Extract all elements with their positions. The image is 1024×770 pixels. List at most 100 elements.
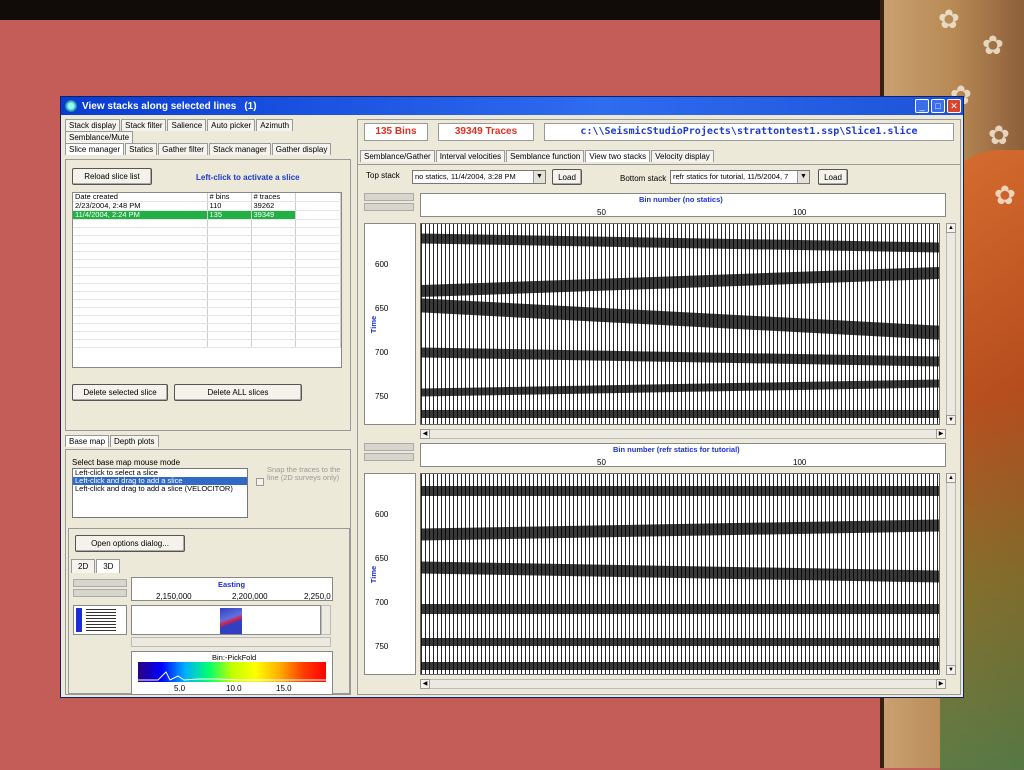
right-tabs: Semblance/Gather Interval velocities Sem…: [360, 150, 715, 162]
tab-stack-display[interactable]: Stack display: [65, 119, 121, 131]
tab-statics[interactable]: Statics: [125, 143, 158, 155]
bottom-y-axis: Time 600 650 700 750: [364, 473, 416, 675]
x-tick: 100: [793, 208, 807, 217]
snap-checkbox[interactable]: [256, 478, 264, 486]
top-load-button[interactable]: Load: [552, 169, 582, 185]
base-map-panel: Select base map mouse mode Left-click to…: [65, 449, 351, 695]
tab-semblance-gather[interactable]: Semblance/Gather: [360, 150, 435, 162]
easting-tick: 2,150,000: [156, 592, 192, 601]
survey-area[interactable]: [220, 608, 242, 634]
top-x-axis: Bin number (no statics) 50 100: [420, 193, 946, 217]
close-button[interactable]: ✕: [947, 99, 961, 113]
colorbar-tick: 15.0: [276, 684, 292, 693]
bottom-seismic-section[interactable]: [420, 473, 940, 675]
traces-count: 39349 Traces: [438, 123, 534, 141]
plot-corner-box: [364, 203, 414, 211]
list-item[interactable]: Left-click and drag to add a slice (VELO…: [73, 485, 247, 493]
tab-velocity-display[interactable]: Velocity display: [651, 150, 714, 162]
scroll-right-icon[interactable]: ▶: [936, 679, 946, 689]
scroll-down-icon[interactable]: ▼: [946, 415, 956, 425]
bottom-stack-value: refr statics for tutorial, 11/5/2004, 7: [673, 172, 789, 181]
base-map-canvas[interactable]: [131, 605, 321, 635]
y-tick: 750: [375, 642, 389, 651]
map-corner-box: [73, 589, 127, 597]
main-window: View stacks along selected lines (1) _ □…: [60, 96, 964, 698]
y-tick: 600: [375, 260, 389, 269]
map-vscroll[interactable]: [321, 605, 331, 635]
delete-all-slices-button[interactable]: Delete ALL slices: [174, 384, 302, 401]
reflector-band: [421, 604, 939, 614]
tab-view-two-stacks[interactable]: View two stacks: [585, 150, 651, 162]
top-stack-value: no statics, 11/4/2004, 3:28 PM: [415, 172, 516, 181]
top-y-axis: Time 600 650 700 750: [364, 223, 416, 425]
tab-2d[interactable]: 2D: [71, 559, 96, 573]
tab-row-2: Slice manager Statics Gather filter Stac…: [65, 143, 351, 155]
tab-3d[interactable]: 3D: [96, 559, 121, 573]
scroll-right-icon[interactable]: ▶: [936, 429, 946, 439]
plot-corner-box: [364, 453, 414, 461]
bottom-plot-title: Bin number (refr statics for tutorial): [613, 445, 740, 454]
mouse-mode-list[interactable]: Left-click to select a slice Left-click …: [72, 468, 248, 518]
bins-count: 135 Bins: [364, 123, 428, 141]
tab-salience[interactable]: Salience: [167, 119, 207, 131]
scroll-left-icon[interactable]: ◀: [420, 679, 430, 689]
top-stack-select[interactable]: no statics, 11/4/2004, 3:28 PM ▼: [412, 170, 546, 184]
bottom-stack-label: Bottom stack: [620, 174, 667, 183]
reload-slice-list-button[interactable]: Reload slice list: [72, 168, 152, 185]
scroll-down-icon[interactable]: ▼: [946, 665, 956, 675]
flower-icon: ✿: [982, 30, 1004, 60]
chevron-down-icon[interactable]: ▼: [533, 171, 545, 183]
scroll-left-icon[interactable]: ◀: [420, 429, 430, 439]
window-title: View stacks along selected lines: [82, 100, 237, 112]
y-tick: 650: [375, 304, 389, 313]
slice-manager-section: Stack display Stack filter Salience Auto…: [65, 119, 351, 431]
bottom-stack-plot: Bin number (refr statics for tutorial) 5…: [362, 443, 958, 693]
slice-table[interactable]: Date created # bins # traces 2/23/2004, …: [72, 192, 342, 368]
cell-traces: 39349: [251, 210, 296, 220]
tab-azimuth[interactable]: Azimuth: [256, 119, 294, 131]
chevron-down-icon[interactable]: ▼: [797, 171, 809, 183]
tab-interval-velocities[interactable]: Interval velocities: [435, 150, 506, 162]
northing-axis: [73, 605, 127, 635]
top-hscroll[interactable]: ◀ ▶: [420, 429, 946, 439]
tab-semblance-mute[interactable]: Semblance/Mute: [65, 131, 134, 143]
delete-selected-slice-button[interactable]: Delete selected slice: [72, 384, 168, 401]
tab-slice-manager[interactable]: Slice manager: [65, 143, 125, 155]
northing-ticks: [86, 609, 116, 631]
bottom-load-button[interactable]: Load: [818, 169, 848, 185]
minimize-button[interactable]: _: [915, 99, 929, 113]
app-icon: [65, 100, 77, 112]
tab-auto-picker[interactable]: Auto picker: [207, 119, 256, 131]
tab-semblance-function[interactable]: Semblance function: [506, 150, 585, 162]
bottom-y-label: Time: [369, 565, 379, 584]
open-options-button[interactable]: Open options dialog...: [75, 535, 185, 552]
maximize-button[interactable]: □: [931, 99, 945, 113]
tab-gather-display[interactable]: Gather display: [271, 143, 332, 155]
scroll-up-icon[interactable]: ▲: [946, 223, 956, 233]
map-hscroll[interactable]: [131, 637, 331, 647]
y-tick: 650: [375, 554, 389, 563]
tab-base-map[interactable]: Base map: [65, 435, 110, 447]
cell-date: 11/4/2004, 2:24 PM: [73, 210, 208, 220]
tab-stack-manager[interactable]: Stack manager: [208, 143, 271, 155]
left-pane: Stack display Stack filter Salience Auto…: [65, 119, 351, 695]
tab-depth-plots[interactable]: Depth plots: [110, 435, 159, 447]
activate-hint: Left-click to activate a slice: [196, 173, 300, 182]
map-frame: Open options dialog... 2D 3D Easting 2,1…: [68, 528, 350, 695]
base-map-section: Base map Depth plots Select base map mou…: [65, 435, 351, 695]
top-seismic-section[interactable]: [420, 223, 940, 425]
tab-stack-filter[interactable]: Stack filter: [121, 119, 167, 131]
colorbar-panel: Bin:-PickFold 5.0 10.0 15.0: [131, 651, 333, 695]
desktop-top-strip: [0, 0, 1024, 20]
bottom-hscroll[interactable]: ◀ ▶: [420, 679, 946, 689]
top-vscroll[interactable]: ▲ ▼: [946, 223, 956, 425]
title-bar[interactable]: View stacks along selected lines (1): [61, 97, 963, 115]
y-tick: 600: [375, 510, 389, 519]
bottom-stack-select[interactable]: refr statics for tutorial, 11/5/2004, 7 …: [670, 170, 810, 184]
scroll-up-icon[interactable]: ▲: [946, 473, 956, 483]
y-tick: 750: [375, 392, 389, 401]
tab-gather-filter[interactable]: Gather filter: [158, 143, 208, 155]
bottom-vscroll[interactable]: ▲ ▼: [946, 473, 956, 675]
table-row-selected[interactable]: 11/4/2004, 2:24 PM 135 39349: [73, 210, 341, 220]
colorbar-histogram: [138, 671, 326, 681]
